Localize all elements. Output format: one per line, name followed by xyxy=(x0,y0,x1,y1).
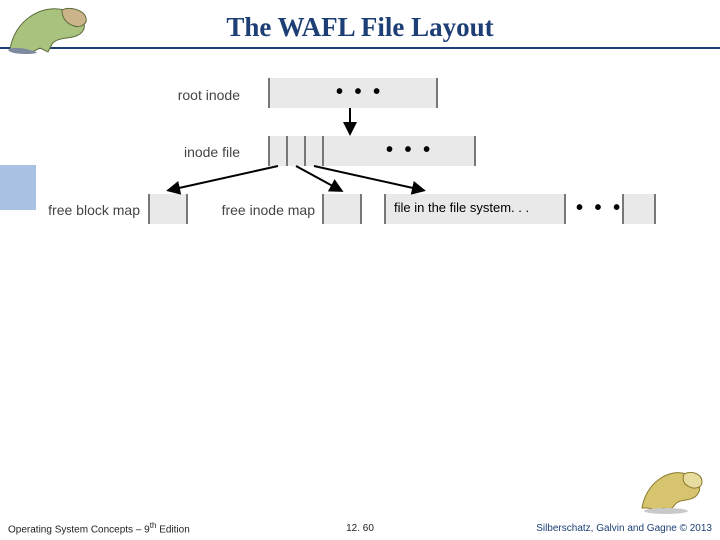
ellipsis-icon: • • • xyxy=(336,81,383,104)
ellipsis-icon: • • • xyxy=(576,197,623,220)
file-in-fs-box: file in the file system. . . xyxy=(384,194,566,224)
dinosaur-logo-icon xyxy=(2,0,102,56)
free-inode-map-label: free inode map xyxy=(195,202,315,218)
inode-file-divider xyxy=(304,136,306,166)
inode-file-box xyxy=(268,136,476,166)
free-block-map-box xyxy=(148,194,188,224)
slide-footer: Operating System Concepts – 9th Edition … xyxy=(0,516,720,540)
root-inode-label: root inode xyxy=(120,87,240,103)
footer-book-title: Operating System Concepts – 9 xyxy=(8,524,150,535)
footer-edition-tail: Edition xyxy=(156,524,189,535)
footer-credits: Silberschatz, Galvin and Gagne © 2013 xyxy=(536,523,712,534)
page-title: The WAFL File Layout xyxy=(0,0,720,43)
inode-file-label: inode file xyxy=(120,144,240,160)
free-inode-map-box xyxy=(322,194,362,224)
footer-left: Operating System Concepts – 9th Edition xyxy=(8,521,190,535)
inode-file-divider xyxy=(286,136,288,166)
trailing-box xyxy=(622,194,656,224)
ellipsis-icon: • • • xyxy=(386,139,433,162)
free-block-map-label: free block map xyxy=(20,202,140,218)
dinosaur-logo-icon xyxy=(638,464,710,514)
inode-file-divider xyxy=(322,136,324,166)
title-divider xyxy=(0,47,720,49)
